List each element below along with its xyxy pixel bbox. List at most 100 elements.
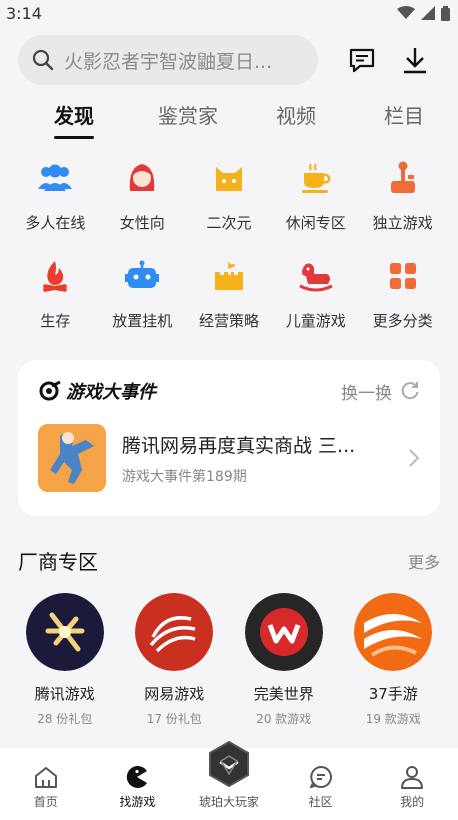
category-grid: 多人在线 女性向 二次元 休闲专区 独立游戏 生存 放置挂机 经营策略 儿童游戏… xyxy=(0,152,458,348)
message-button[interactable] xyxy=(336,34,387,86)
event-logo-icon xyxy=(39,380,61,401)
status-icons xyxy=(397,5,450,21)
vendor-tencent[interactable]: 腾讯游戏 28 份礼包 xyxy=(10,593,120,727)
tab-label: 鉴赏家 xyxy=(158,104,218,128)
category-label: 独立游戏 xyxy=(372,214,433,232)
search-icon xyxy=(32,49,54,71)
download-button[interactable] xyxy=(389,34,440,86)
vendor-count: 20 款游戏 xyxy=(256,712,312,726)
category-kids[interactable]: 儿童游戏 xyxy=(272,250,359,348)
chevron-right-icon xyxy=(409,449,420,467)
category-casual[interactable]: 休闲专区 xyxy=(272,152,359,250)
event-item[interactable]: 腾讯网易再度真实商战 三... 游戏大事件第189期 xyxy=(38,424,420,492)
category-strategy[interactable]: 经营策略 xyxy=(186,250,273,348)
event-card-title: 游戏大事件 xyxy=(66,382,156,403)
vendor-name: 37手游 xyxy=(368,685,418,703)
wifi-icon xyxy=(397,6,415,19)
nav-home[interactable]: 首页 xyxy=(0,748,92,820)
event-headline: 腾讯网易再度真实商战 三... xyxy=(122,434,356,457)
game-event-card[interactable]: 游戏大事件 换一换 腾讯网易再度真实商战 三... 游戏大事件第189期 xyxy=(18,360,440,516)
signal-icon xyxy=(421,6,435,20)
netease-logo xyxy=(135,593,214,671)
vendor-name: 完美世界 xyxy=(253,685,314,703)
vendor-count: 28 份礼包 xyxy=(37,712,93,726)
tencent-logo xyxy=(25,593,104,671)
category-label: 放置挂机 xyxy=(112,312,173,330)
category-label: 经营策略 xyxy=(198,312,259,330)
category-label: 休闲专区 xyxy=(285,214,346,232)
category-label: 多人在线 xyxy=(25,214,86,232)
37-games-logo xyxy=(354,593,433,671)
category-label: 儿童游戏 xyxy=(285,312,346,330)
vendor-37[interactable]: 37手游 19 款游戏 xyxy=(339,593,449,727)
refresh-label: 换一换 xyxy=(341,383,392,404)
top-bar: 火影忍者宇智波鼬夏日... xyxy=(0,26,458,86)
vendor-list: 腾讯游戏 28 份礼包 网易游戏 17 份礼包 完美世界 20 款游戏 37手游… xyxy=(0,593,458,727)
category-female[interactable]: 女性向 xyxy=(99,152,186,250)
vendor-count: 17 份礼包 xyxy=(146,712,202,726)
event-card-header: 游戏大事件 xyxy=(38,378,156,404)
tab-label: 栏目 xyxy=(384,104,424,128)
vendor-name: 网易游戏 xyxy=(144,685,205,703)
perfect-world-logo xyxy=(244,593,323,671)
status-bar: 3:14 xyxy=(0,0,458,26)
tab-discover[interactable]: 发现 xyxy=(34,98,134,150)
download-icon xyxy=(403,48,426,74)
home-icon xyxy=(34,767,57,788)
refresh-icon xyxy=(401,382,419,400)
search-placeholder: 火影忍者宇智波鼬夏日... xyxy=(64,50,273,73)
category-indie[interactable]: 独立游戏 xyxy=(359,152,446,250)
category-label: 生存 xyxy=(40,312,71,330)
vendor-perfect-world[interactable]: 完美世界 20 款游戏 xyxy=(229,593,339,727)
tab-label: 发现 xyxy=(54,104,94,128)
category-more[interactable]: 更多分类 xyxy=(359,250,446,348)
status-time: 3:14 xyxy=(6,3,42,23)
category-idle[interactable]: 放置挂机 xyxy=(99,250,186,348)
vendor-netease[interactable]: 网易游戏 17 份礼包 xyxy=(120,593,230,727)
nav-find-games[interactable]: 找游戏 xyxy=(92,748,184,820)
category-label: 二次元 xyxy=(206,214,252,232)
category-anime[interactable]: 二次元 xyxy=(186,152,273,250)
castle-icon xyxy=(214,262,243,290)
more-link[interactable]: 更多 xyxy=(408,549,440,573)
tab-columns[interactable]: 栏目 xyxy=(350,98,458,150)
nav-community[interactable]: 社区 xyxy=(275,748,367,820)
cat-icon xyxy=(215,167,242,191)
tab-active-indicator xyxy=(54,136,94,139)
battery-icon xyxy=(441,5,450,21)
nav-label: 社区 xyxy=(308,795,333,809)
nav-me[interactable]: 我的 xyxy=(366,748,458,820)
rocking-horse-icon xyxy=(299,263,333,292)
tab-label: 视频 xyxy=(276,104,316,128)
section-title: 厂商专区 xyxy=(18,550,98,574)
amber-player-icon xyxy=(208,740,249,788)
tab-connoisseur[interactable]: 鉴赏家 xyxy=(134,98,242,150)
category-label: 更多分类 xyxy=(372,312,433,330)
message-icon xyxy=(349,48,374,73)
search-input[interactable]: 火影忍者宇智波鼬夏日... xyxy=(18,35,319,85)
vendor-count: 19 款游戏 xyxy=(365,712,421,726)
grid-icon xyxy=(389,263,416,289)
vendor-section-header: 厂商专区 更多 xyxy=(0,546,458,575)
event-thumbnail xyxy=(38,424,106,492)
nav-label: 琥珀大玩家 xyxy=(198,795,259,809)
refresh-button[interactable]: 换一换 xyxy=(341,379,420,404)
category-multiplayer[interactable]: 多人在线 xyxy=(12,152,99,250)
nav-label: 找游戏 xyxy=(119,795,156,809)
campfire-icon xyxy=(43,261,68,292)
event-issue: 游戏大事件第189期 xyxy=(122,468,247,485)
nav-amber-player[interactable]: 琥珀大玩家 xyxy=(183,740,275,820)
pacman-icon xyxy=(127,766,148,788)
nav-label: 我的 xyxy=(400,795,425,809)
tab-video[interactable]: 视频 xyxy=(242,98,350,150)
tab-bar: 发现 鉴赏家 视频 栏目 xyxy=(0,98,458,150)
coffee-cup-icon xyxy=(301,163,331,193)
people-icon xyxy=(38,164,73,191)
category-survival[interactable]: 生存 xyxy=(12,250,99,348)
girl-icon xyxy=(129,164,155,191)
bottom-nav: 首页 找游戏 琥珀大玩家 社区 我的 xyxy=(0,740,458,820)
nav-label: 首页 xyxy=(33,795,58,809)
profile-icon xyxy=(401,766,424,789)
chat-bubble-icon xyxy=(309,766,332,788)
joystick-icon xyxy=(390,161,415,193)
